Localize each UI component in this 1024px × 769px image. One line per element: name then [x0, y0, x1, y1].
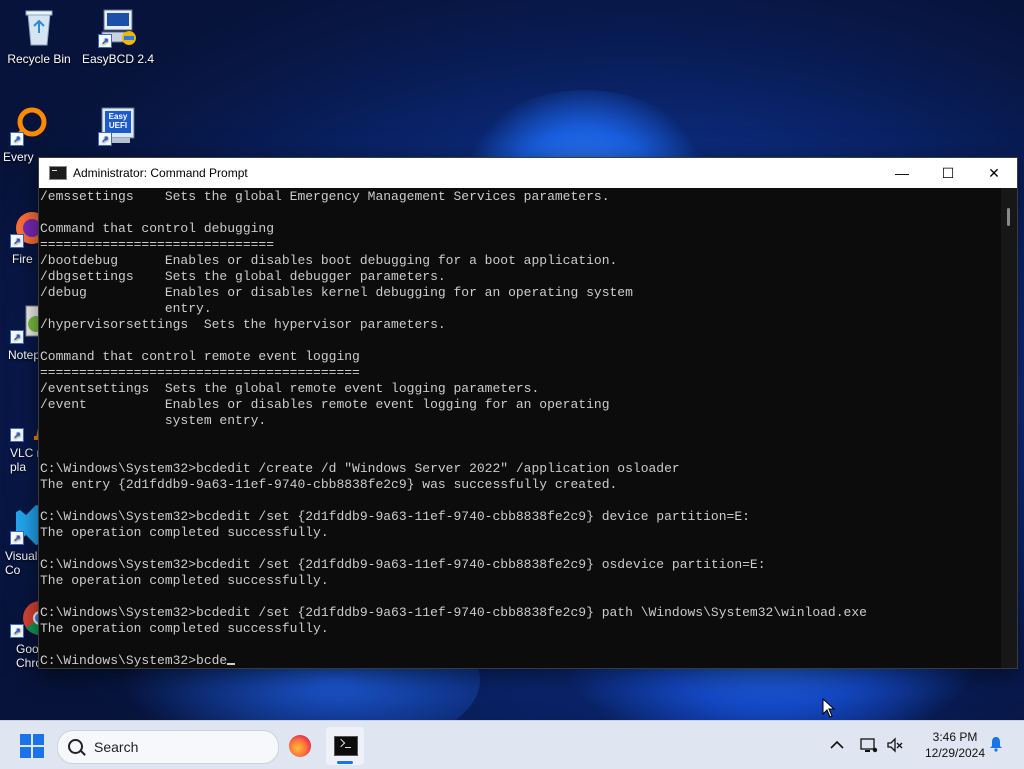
recycle-bin-icon	[19, 8, 59, 48]
console-line: Command that control debugging	[40, 221, 275, 236]
console-line: /debug Enables or disables kernel debugg…	[40, 285, 633, 300]
console-output[interactable]: /emssettings Sets the global Emergency M…	[39, 188, 1001, 668]
shortcut-arrow-icon: ↗	[98, 34, 112, 48]
console-line: /eventsettings Sets the global remote ev…	[40, 381, 540, 396]
console-line: /emssettings Sets the global Emergency M…	[40, 189, 610, 204]
notification-bell-icon[interactable]	[988, 736, 1004, 752]
command-prompt-icon	[334, 736, 358, 756]
window-titlebar[interactable]: Administrator: Command Prompt — ☐ ✕	[39, 158, 1017, 188]
taskbar-firefox[interactable]	[281, 727, 319, 765]
shortcut-arrow-icon: ↗	[10, 428, 24, 442]
shortcut-arrow-icon: ↗	[10, 531, 24, 545]
scrollbar-thumb[interactable]	[1007, 208, 1010, 226]
clock[interactable]: 3:46 PM 12/29/2024	[912, 729, 998, 761]
mouse-pointer-icon	[822, 698, 836, 718]
chevron-up-icon	[830, 740, 844, 749]
firefox-icon	[289, 735, 311, 757]
console-line: entry.	[40, 301, 212, 316]
desktop-icon-label: Recycle Bin	[7, 52, 71, 66]
shortcut-arrow-icon: ↗	[10, 234, 24, 248]
easybcd-icon: ↗	[98, 8, 138, 48]
console-line: The entry {2d1fddb9-9a63-11ef-9740-cbb88…	[40, 477, 618, 492]
shortcut-arrow-icon: ↗	[10, 132, 24, 146]
maximize-button[interactable]: ☐	[925, 158, 971, 188]
desktop-icon-recycle-bin[interactable]: Recycle Bin	[1, 8, 77, 66]
console-line: C:\Windows\System32>bcdedit /create /d "…	[40, 461, 680, 476]
console-line: /event Enables or disables remote event …	[40, 397, 610, 412]
console-line: The operation completed successfully.	[40, 621, 329, 636]
search-icon	[68, 739, 83, 754]
easyuefi-icon-text: Easy UEFI	[108, 112, 128, 130]
console-line: The operation completed successfully.	[40, 573, 329, 588]
shortcut-arrow-icon: ↗	[98, 132, 112, 146]
console-line: ==============================	[40, 237, 275, 252]
console-line: C:\Windows\System32>bcdedit /set {2d1fdd…	[40, 509, 750, 524]
console-line: ========================================…	[40, 365, 360, 380]
network-icon-button[interactable]	[860, 721, 878, 769]
console-line: system entry.	[40, 413, 267, 428]
taskbar-command-prompt[interactable]	[326, 727, 364, 765]
text-cursor	[227, 663, 236, 665]
easyuefi-icon: Easy UEFI ↗	[98, 106, 138, 146]
clock-time: 3:46 PM	[932, 730, 978, 744]
console-line: /hypervisorsettings Sets the hypervisor …	[40, 317, 446, 332]
taskbar: Search 3:46 PM 12/29/2024	[0, 720, 1024, 769]
windows-logo-icon	[20, 734, 31, 745]
command-prompt-icon	[49, 166, 67, 180]
prompt-text: C:\Windows\System32>bcde	[40, 653, 228, 668]
console-line: /bootdebug Enables or disables boot debu…	[40, 253, 618, 268]
desktop-icon-everything[interactable]: ↗ Every	[0, 106, 68, 164]
show-hidden-icons-button[interactable]	[830, 721, 844, 769]
close-button[interactable]: ✕	[971, 158, 1017, 188]
start-button[interactable]	[20, 734, 44, 758]
desktop-icon-label: EasyBCD 2.4	[81, 52, 155, 66]
console-line: The operation completed successfully.	[40, 525, 329, 540]
console-line: C:\Windows\System32>bcdedit /set {2d1fdd…	[40, 557, 766, 572]
console-prompt-line[interactable]: C:\Windows\System32>bcde	[40, 653, 1001, 668]
command-prompt-window[interactable]: Administrator: Command Prompt — ☐ ✕ /ems…	[38, 157, 1018, 669]
scrollbar[interactable]	[1001, 188, 1017, 668]
taskbar-search-box[interactable]: Search	[57, 730, 279, 764]
minimize-button[interactable]: —	[879, 158, 925, 188]
clock-date: 12/29/2024	[924, 746, 986, 760]
search-label: Search	[94, 739, 139, 755]
desktop-icon-easybcd[interactable]: ↗ EasyBCD 2.4	[80, 8, 156, 66]
desktop-icon-easyuefi[interactable]: Easy UEFI ↗	[80, 106, 156, 150]
shortcut-arrow-icon: ↗	[10, 624, 24, 638]
active-app-indicator	[337, 761, 353, 764]
volume-muted-icon	[887, 737, 903, 753]
everything-search-icon: ↗	[10, 106, 50, 146]
console-line: /dbgsettings Sets the global debugger pa…	[40, 269, 446, 284]
console-line: Command that control remote event loggin…	[40, 349, 360, 364]
console-line: C:\Windows\System32>bcdedit /set {2d1fdd…	[40, 605, 867, 620]
window-title: Administrator: Command Prompt	[73, 166, 248, 180]
shortcut-arrow-icon: ↗	[10, 330, 24, 344]
network-icon	[860, 738, 878, 753]
volume-icon-button[interactable]	[886, 721, 904, 769]
